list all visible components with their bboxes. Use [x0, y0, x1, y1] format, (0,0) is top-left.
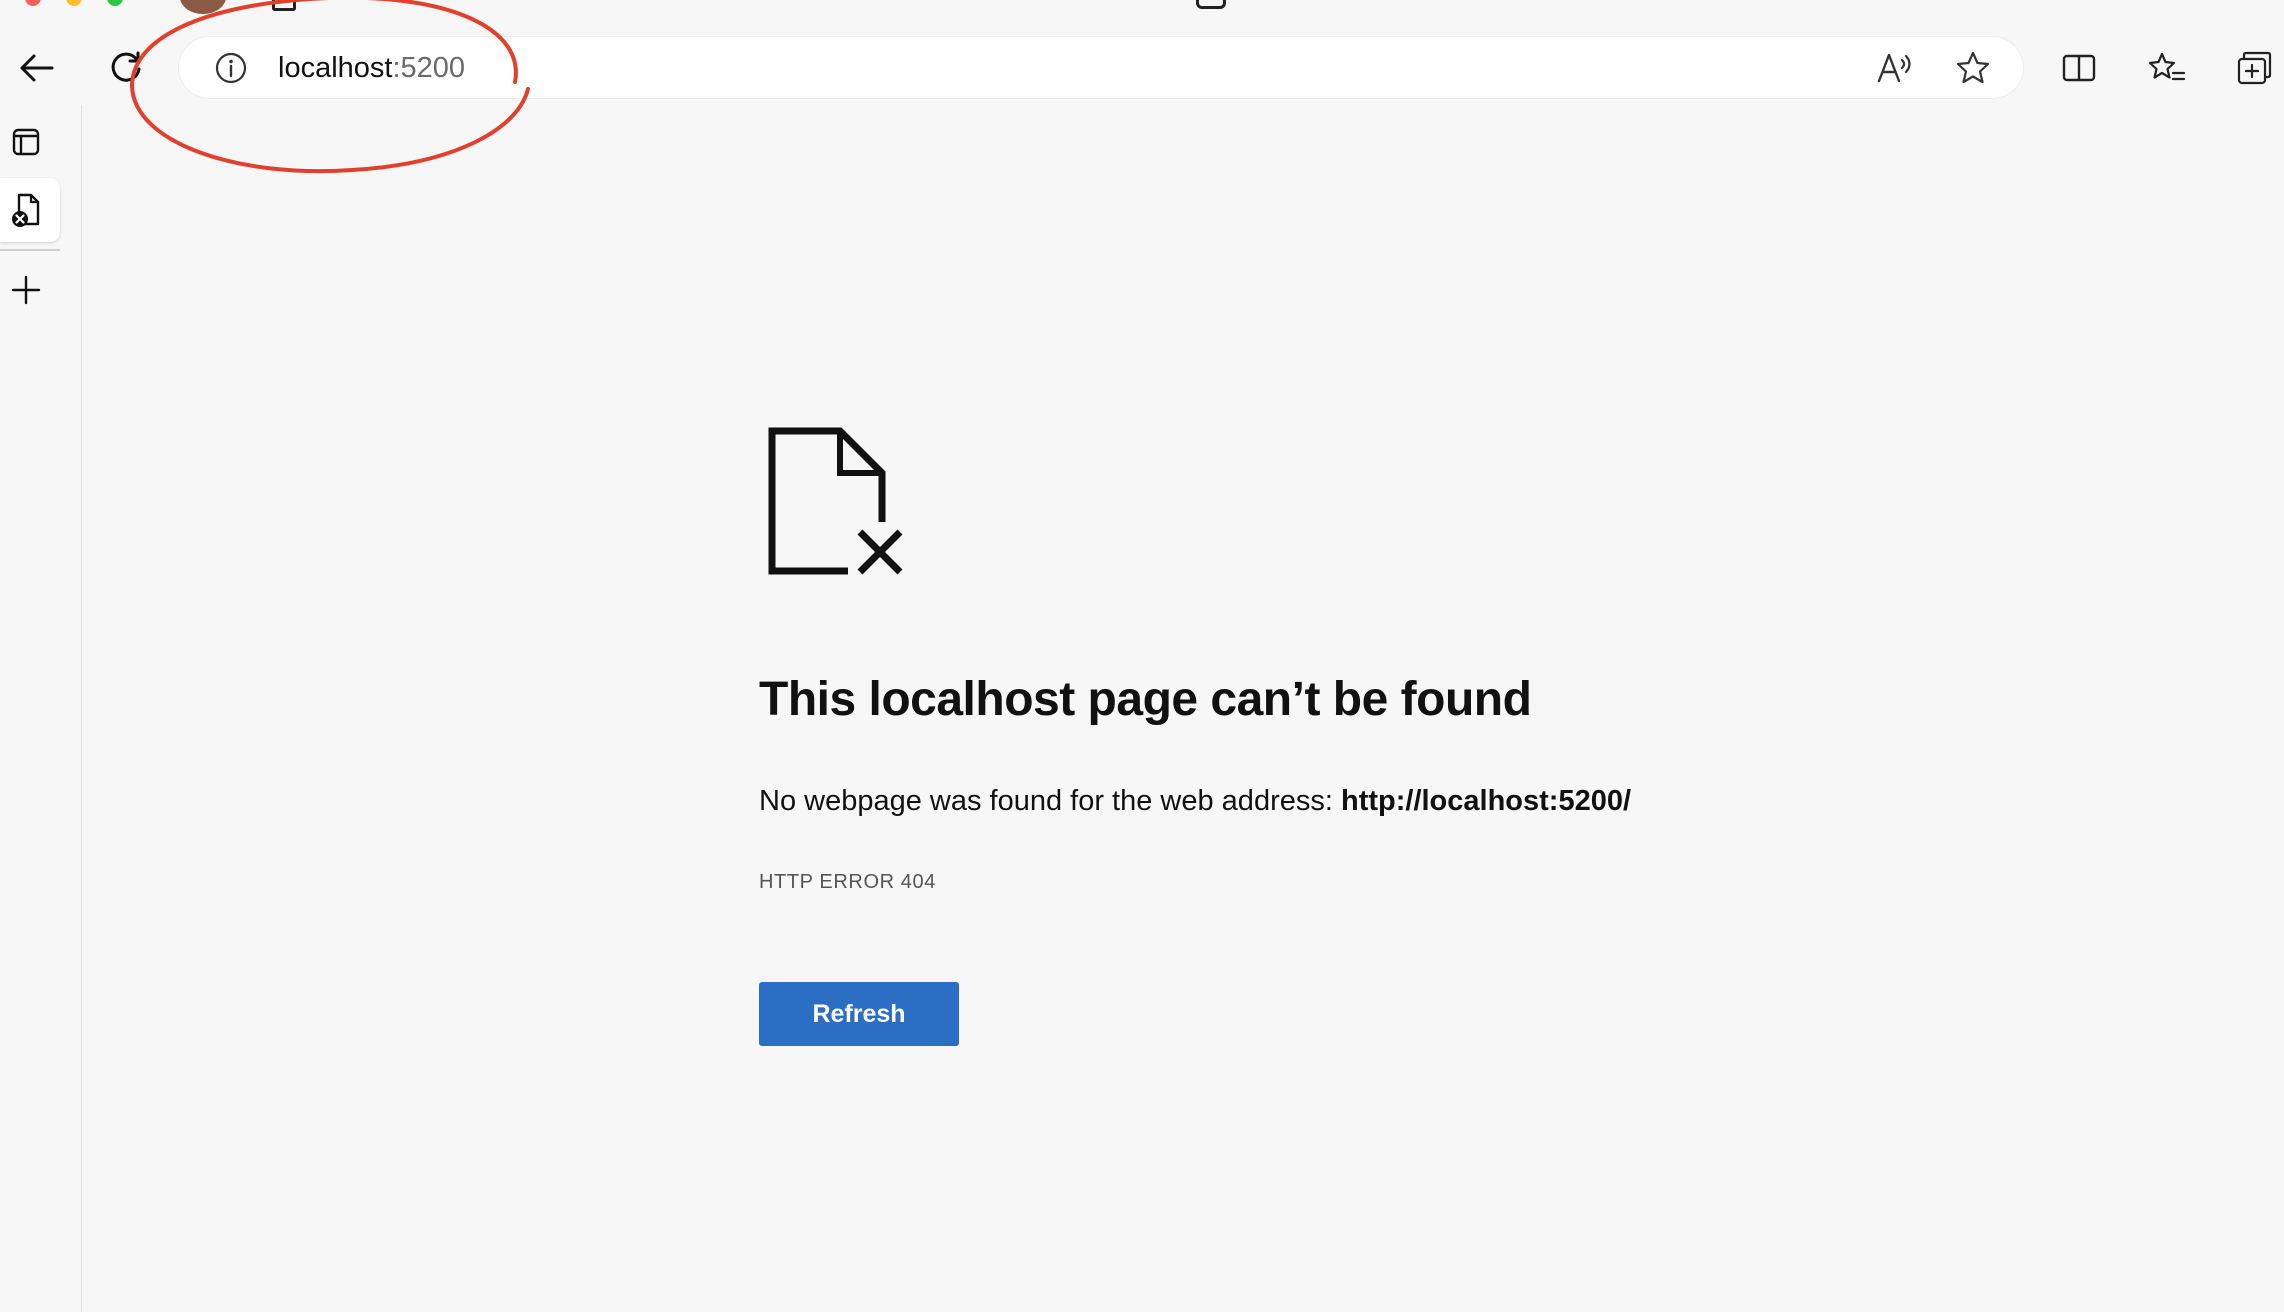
- back-button[interactable]: [14, 46, 58, 90]
- favorites-list-icon: [2148, 52, 2186, 81]
- favorites-button[interactable]: [2147, 48, 2187, 88]
- error-description: No webpage was found for the web address…: [759, 783, 1631, 819]
- workspaces-icon[interactable]: [272, 0, 296, 11]
- refresh-button[interactable]: Refresh: [759, 982, 959, 1046]
- info-icon: [215, 52, 247, 84]
- star-icon: [1956, 51, 1990, 84]
- address-port: :5200: [392, 52, 466, 84]
- close-window-button[interactable]: [25, 0, 41, 6]
- collections-icon: [2237, 51, 2272, 85]
- split-screen-button[interactable]: [2059, 48, 2099, 88]
- reload-icon: [111, 51, 141, 82]
- page-title: This localhost page can’t be found: [759, 673, 1532, 726]
- back-arrow-icon: [20, 54, 54, 82]
- error-url: http://localhost:5200/: [1340, 785, 1632, 817]
- read-aloud-button[interactable]: [1875, 48, 1915, 88]
- file-broken-icon: [768, 427, 908, 577]
- error-page-tab-icon: [12, 193, 40, 227]
- sidebar-divider: [0, 249, 60, 251]
- error-page: This localhost page can’t be found No we…: [82, 105, 2284, 1312]
- read-aloud-icon: [1877, 53, 1911, 83]
- new-tab-button[interactable]: [8, 272, 44, 308]
- error-description-text: No webpage was found for the web address…: [759, 785, 1333, 817]
- add-favorite-button[interactable]: [1953, 48, 1993, 88]
- zoom-window-button[interactable]: [107, 0, 123, 6]
- window-center-icon: [1196, 0, 1226, 9]
- reload-button[interactable]: [104, 46, 148, 90]
- browser-toolbar: localhost:5200: [0, 0, 2284, 105]
- collections-button[interactable]: [2235, 48, 2275, 88]
- site-info-button[interactable]: [213, 50, 249, 86]
- tab-actions-button[interactable]: [8, 124, 44, 160]
- split-screen-icon: [2062, 54, 2096, 82]
- avatar[interactable]: [180, 0, 226, 14]
- tab-actions-icon: [12, 128, 40, 156]
- error-code: HTTP ERROR 404: [759, 871, 936, 893]
- plus-icon: [11, 275, 41, 305]
- address-host: localhost: [278, 52, 393, 84]
- address-url-text[interactable]: localhost:5200: [278, 50, 465, 86]
- tab-error-favicon: [8, 190, 44, 230]
- minimize-window-button[interactable]: [66, 0, 82, 6]
